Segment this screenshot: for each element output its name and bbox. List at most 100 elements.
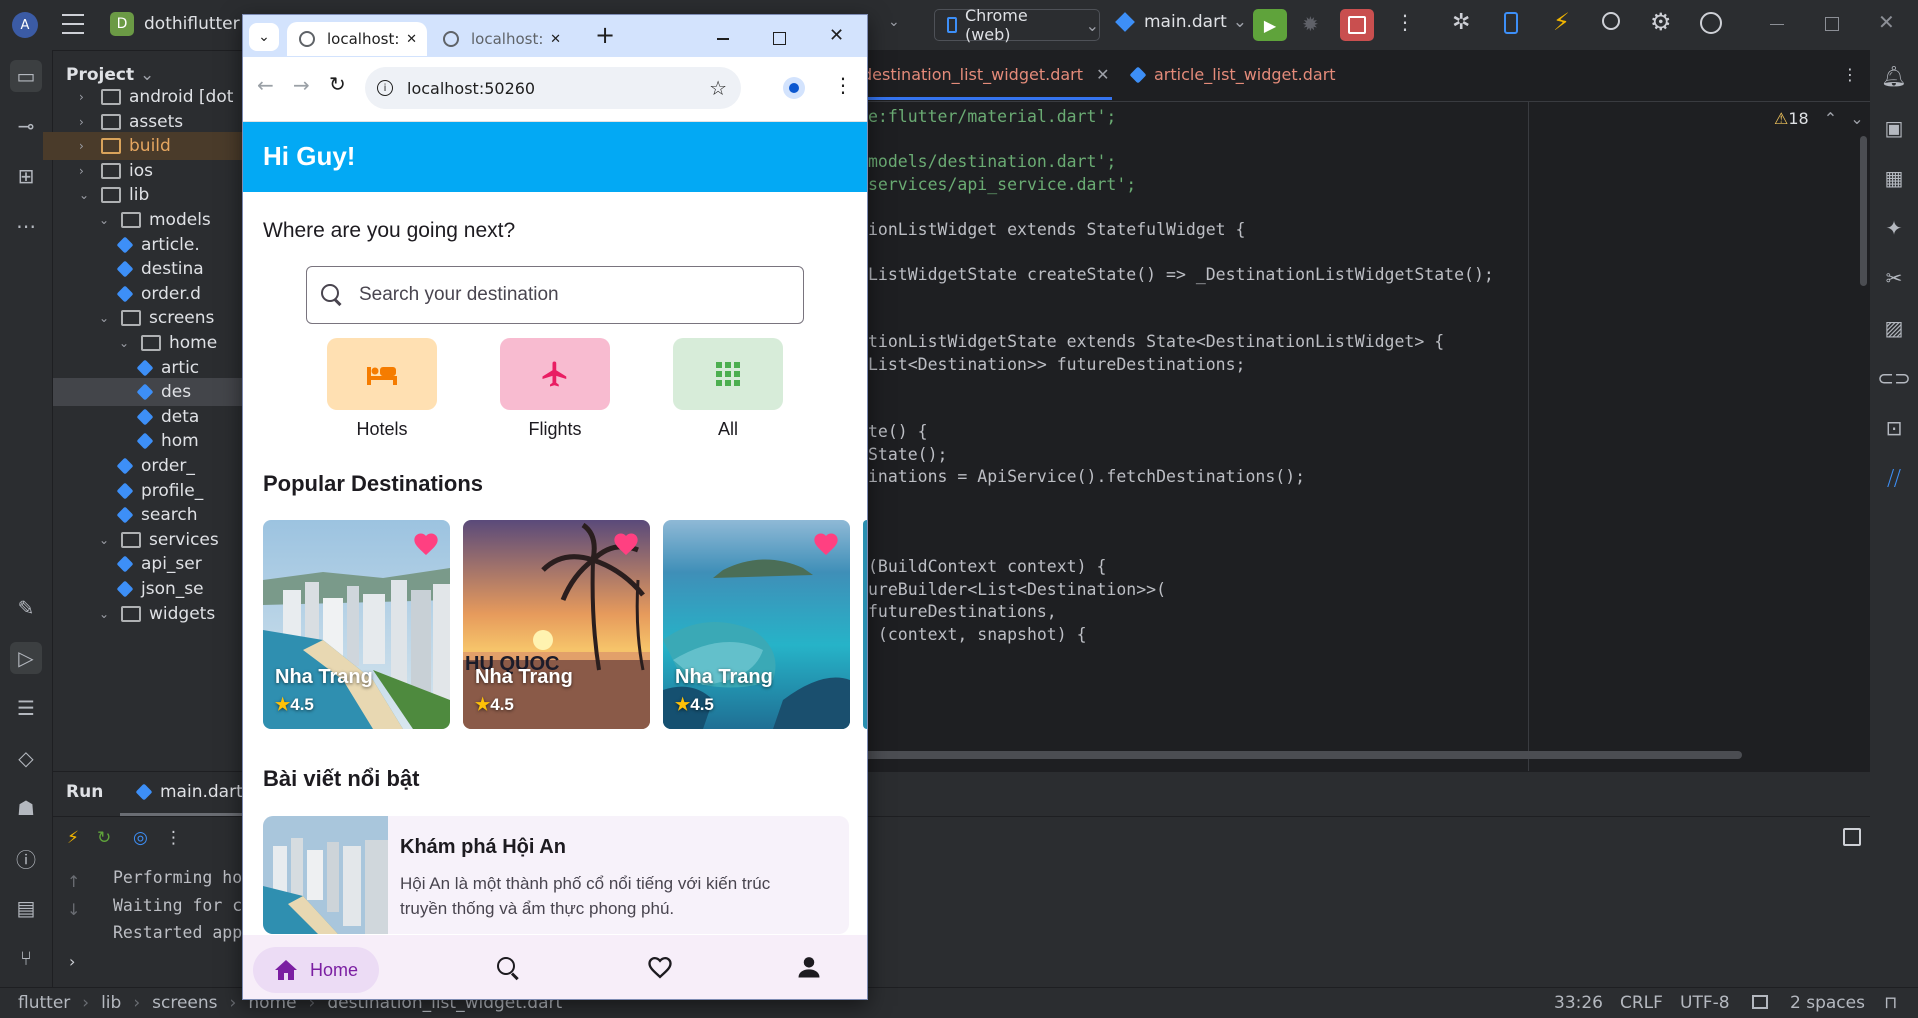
scroll-down-icon[interactable]: ↓	[67, 900, 80, 919]
devtools-icon[interactable]: ◎	[133, 828, 148, 848]
android-icon[interactable]: ☗	[10, 792, 42, 824]
settings-gear-icon[interactable]: ⚙	[1650, 8, 1672, 36]
chevron-down-icon[interactable]: ⌄	[99, 311, 115, 325]
paint-icon[interactable]: ✎	[10, 592, 42, 624]
close-tab-icon[interactable]: ✕	[1096, 65, 1109, 84]
chevron-down-icon[interactable]: ⌄	[99, 213, 115, 227]
git-icon[interactable]: ⑂	[10, 942, 42, 974]
search-icon[interactable]	[1602, 12, 1620, 30]
destination-card-partial[interactable]	[863, 520, 867, 729]
indent-setting[interactable]: 2 spaces	[1790, 993, 1865, 1013]
favorite-heart-icon[interactable]	[612, 530, 640, 558]
expand-icon[interactable]: ›	[69, 952, 75, 971]
folder-icon[interactable]: ▭	[10, 60, 42, 92]
clipboard-icon[interactable]: ▦	[1878, 162, 1910, 194]
terminal-icon[interactable]: ▤	[10, 892, 42, 924]
back-icon[interactable]: ←	[257, 73, 274, 97]
chevron-up-icon[interactable]: ⌃	[1824, 109, 1837, 128]
tab-main-dart[interactable]: main.dart	[135, 782, 243, 802]
category-hotels-button[interactable]	[327, 338, 437, 410]
browser-tab[interactable]: localhost: ✕	[431, 22, 571, 56]
flutter-inspector-icon[interactable]: ⧸⧸	[1878, 462, 1910, 494]
vertical-scrollbar[interactable]	[1860, 136, 1867, 286]
account-icon[interactable]	[1700, 12, 1722, 34]
close-icon[interactable]: ✕	[1878, 10, 1895, 34]
device-selector[interactable]: Chrome (web) ⌄	[934, 6, 1100, 44]
tab-search-button[interactable]: ⌄	[249, 23, 279, 51]
hot-restart-icon[interactable]: ↻	[97, 828, 111, 848]
destination-card[interactable]: Nha Trang ★4.5	[263, 520, 450, 729]
project-panel-title[interactable]: Project ⌄	[66, 65, 154, 85]
run-button[interactable]: ▶	[1253, 9, 1287, 41]
hot-reload-icon[interactable]: ⚡	[67, 828, 79, 848]
horizontal-scrollbar[interactable]	[862, 751, 1742, 759]
nav-search[interactable]	[495, 955, 521, 981]
more-actions-icon[interactable]: ⋮	[1395, 10, 1415, 34]
gemini-icon[interactable]: ✦	[1878, 212, 1910, 244]
problems-icon[interactable]: ⓘ	[10, 842, 42, 874]
search-input[interactable]: Search your destination	[306, 266, 804, 324]
debug-icon[interactable]: ✹	[1302, 12, 1319, 36]
hot-reload-icon[interactable]: ⚡	[1553, 8, 1570, 36]
breadcrumb-item[interactable]: lib	[101, 993, 121, 1013]
gem-icon[interactable]: ◇	[10, 742, 42, 774]
stop-button[interactable]	[1340, 9, 1374, 41]
nav-favorites[interactable]	[646, 953, 674, 985]
file-encoding[interactable]: UTF-8	[1680, 993, 1730, 1013]
new-tab-icon[interactable]: +	[595, 21, 615, 49]
scroll-up-icon[interactable]: ↑	[67, 872, 80, 891]
site-info-icon[interactable]: i	[377, 80, 393, 96]
tab-run[interactable]: Run	[66, 782, 103, 802]
nav-profile[interactable]	[795, 953, 823, 985]
notifications-icon[interactable]: 🔔︎	[1878, 60, 1910, 92]
editor-tab-active[interactable]: destination_list_widget.dart ✕	[862, 65, 1110, 84]
lock-icon[interactable]: ⊓	[1884, 993, 1897, 1013]
inspector-icon[interactable]: ⊡	[1878, 412, 1910, 444]
chevron-down-icon[interactable]: ⌄	[79, 188, 95, 202]
scissors-icon[interactable]: ✂	[1878, 262, 1910, 294]
bookmark-star-icon[interactable]: ☆	[709, 76, 727, 100]
chevron-down-icon[interactable]: ⌄	[99, 607, 115, 621]
address-bar[interactable]: i localhost:50260 ☆	[365, 67, 741, 109]
line-ending[interactable]: CRLF	[1620, 993, 1663, 1013]
close-tab-icon[interactable]: ✕	[550, 32, 561, 47]
project-switcher[interactable]: D dothiflutter	[110, 12, 240, 36]
reload-icon[interactable]: ↻	[329, 72, 346, 96]
main-menu-icon[interactable]	[62, 14, 84, 34]
comment-icon[interactable]	[1752, 995, 1768, 1009]
destination-card[interactable]: Nha Trang ★4.5	[663, 520, 850, 729]
favorite-heart-icon[interactable]	[412, 530, 440, 558]
chevron-down-icon[interactable]: ⌄	[1850, 109, 1863, 128]
logcat-icon[interactable]: ☰	[10, 692, 42, 724]
browser-tab-active[interactable]: localhost: ✕	[287, 22, 427, 56]
forward-icon[interactable]: →	[293, 73, 310, 97]
link-icon[interactable]: ⊂⊃	[1877, 362, 1911, 394]
minimize-icon[interactable]	[1770, 24, 1784, 25]
close-window-icon[interactable]: ✕	[829, 25, 844, 46]
breadcrumb-item[interactable]: screens	[152, 993, 217, 1013]
more-tabs-icon[interactable]: ⋮	[1842, 65, 1858, 84]
category-flights-button[interactable]	[500, 338, 610, 410]
chevron-down-icon[interactable]: ⌄	[99, 533, 115, 547]
article-card[interactable]: Khám phá Hội An Hội An là một thành phố …	[263, 816, 849, 934]
nav-home[interactable]: Home	[253, 947, 379, 993]
minimize-icon[interactable]	[717, 38, 729, 40]
chevron-right-icon[interactable]: ›	[79, 90, 95, 104]
run-tool-icon[interactable]: ▷	[10, 642, 42, 674]
device-manager-icon[interactable]	[1504, 12, 1518, 34]
bug-icon[interactable]: ✲	[1452, 10, 1470, 35]
close-tab-icon[interactable]: ✕	[406, 32, 417, 47]
profile-avatar-icon[interactable]	[783, 77, 805, 99]
category-all-button[interactable]	[673, 338, 783, 410]
maximize-icon[interactable]	[773, 32, 786, 45]
structure-icon[interactable]: ⊞	[10, 160, 42, 192]
editor-tab[interactable]: article_list_widget.dart	[1129, 65, 1336, 84]
cursor-position[interactable]: 33:26	[1554, 993, 1603, 1013]
gradle-icon[interactable]: ▣	[1878, 112, 1910, 144]
warnings-indicator[interactable]: ⚠18 ⌃ ⌄	[1774, 109, 1864, 128]
favorite-heart-icon[interactable]	[812, 530, 840, 558]
destination-card[interactable]: HU QUOC Nha Trang ★4.5	[463, 520, 650, 729]
tree-folder[interactable]: ⌄ widgets	[99, 600, 215, 628]
chevron-right-icon[interactable]: ›	[79, 164, 95, 178]
chevron-down-icon[interactable]: ⌄	[119, 336, 135, 350]
